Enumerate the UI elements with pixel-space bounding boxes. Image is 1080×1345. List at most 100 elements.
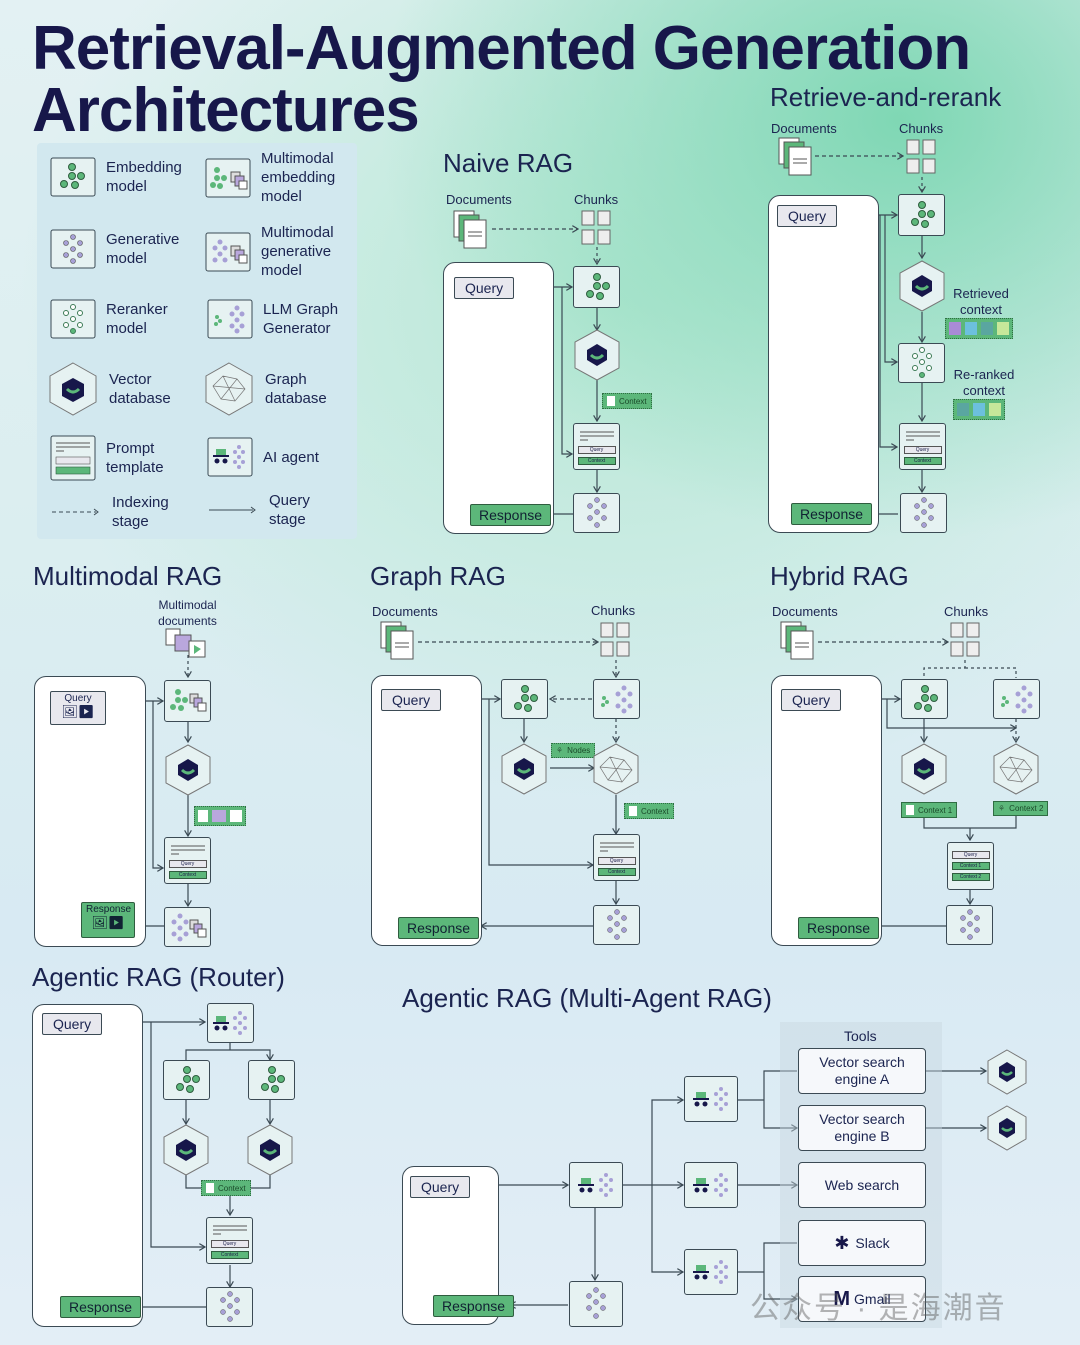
multi-agent-rag-title: Agentic RAG (Multi-Agent RAG): [402, 983, 772, 1013]
documents-label: Documents: [772, 604, 838, 619]
documents-icon: [778, 137, 812, 176]
solid-arrow-icon: [209, 506, 256, 514]
vector-database-icon: [899, 260, 945, 312]
vector-database-icon: [501, 743, 547, 795]
ai-agent-icon: [569, 1162, 623, 1208]
embedding-model-icon: [501, 679, 548, 719]
query-bubble: Query: [381, 689, 442, 711]
prompt-template-icon: Query Context: [573, 423, 620, 470]
documents-label: Documents: [372, 604, 438, 619]
ai-agent-icon: [684, 1162, 738, 1208]
documents-label: Documents: [446, 192, 512, 207]
legend-item: AI agent: [207, 437, 343, 477]
rerank-chat-panel: [768, 195, 879, 533]
documents-icon: [780, 621, 814, 660]
graph-chat-panel: [371, 675, 482, 946]
context-chip: Context: [624, 803, 674, 819]
prompt-context-slot: Context: [168, 870, 207, 879]
legend-item: LLM Graph Generator: [207, 299, 353, 339]
dashed-arrow-icon: [52, 508, 99, 516]
response-label: Response: [86, 904, 132, 915]
prompt-query-slot: Query: [597, 856, 636, 865]
legend-panel: Embedding model Multimodal embedding mod…: [37, 143, 357, 539]
title-line-1: Retrieval-Augmented Generation: [32, 14, 971, 83]
multimodal-rag-title: Multimodal RAG: [33, 561, 223, 591]
multimodal-query-bubble: Query 🖼▶: [50, 691, 106, 725]
prompt-template-icon: Query Context: [164, 837, 211, 884]
tool-web-search: Web search: [798, 1162, 926, 1208]
chunks-label: Chunks: [591, 603, 636, 618]
graph-rag-title: Graph RAG: [370, 561, 506, 591]
hybrid-chat-panel: [771, 675, 882, 946]
prompt-query-slot: Query: [210, 1239, 249, 1248]
prompt-template-icon: [50, 435, 96, 481]
response-bubble: Response: [398, 917, 480, 939]
chunks-icon: [581, 210, 611, 245]
legend-item: Embedding model: [50, 157, 196, 197]
prompt-template-icon: Query Context: [206, 1217, 253, 1264]
image-video-icon: 🖼▶: [91, 915, 125, 930]
prompt-context-slot: Context: [210, 1250, 249, 1259]
prompt-query-slot: Query: [903, 445, 942, 454]
prompt-template-icon: Query Context: [593, 834, 640, 881]
prompt-context-1-slot: Context 1: [951, 862, 990, 870]
prompt-query-slot: Query: [577, 445, 616, 454]
slack-label: Slack: [855, 1234, 890, 1251]
image-video-icon: 🖼▶: [61, 704, 95, 719]
router-rag-title: Agentic RAG (Router): [32, 962, 285, 992]
ai-agent-icon: [207, 1003, 254, 1043]
tool-slack: ✱ Slack: [798, 1220, 926, 1266]
query-bubble: Query: [410, 1176, 471, 1198]
ai-agent-icon: [207, 437, 253, 477]
retrieved-context-chips: [945, 318, 1013, 339]
legend-item: Multimodal generative model: [205, 223, 351, 280]
nodes-label: Nodes: [567, 746, 591, 755]
tool-vector-search-a: Vector search engine A: [798, 1048, 926, 1094]
context-1-chip: Context 1: [901, 802, 958, 818]
prompt-context-slot: Context: [577, 456, 616, 465]
multimodal-generative-model-icon: [164, 907, 211, 947]
ai-agent-icon: [684, 1076, 738, 1122]
naive-chat-panel: [443, 262, 554, 534]
legend-item: Multimodal embedding model: [205, 149, 351, 206]
tools-label: Tools: [844, 1028, 877, 1044]
graph-database-icon: [593, 743, 639, 795]
context-chip: Context: [602, 393, 652, 409]
chunks-icon: [950, 622, 980, 657]
documents-icon: [380, 621, 414, 660]
tool-vector-search-b: Vector search engine B: [798, 1105, 926, 1151]
documents-label: Documents: [771, 121, 837, 136]
multimodal-documents-icon: [165, 628, 206, 658]
response-bubble: Response: [791, 503, 873, 525]
prompt-context-2-slot: Context 2: [951, 873, 990, 881]
query-bubble: Query: [42, 1013, 103, 1035]
legend-item: Reranker model: [50, 299, 196, 339]
reranker-model-icon: [50, 299, 96, 339]
router-chat-panel: [32, 1004, 143, 1327]
graph-database-icon: [993, 743, 1039, 795]
generative-model-icon: [573, 493, 620, 533]
legend-item: Vector database: [47, 361, 189, 417]
multimodal-response-bubble: Response 🖼▶: [81, 902, 135, 938]
legend-item: Indexing stage: [50, 493, 182, 531]
context-2-chip: ⚘ Context 2: [993, 801, 1049, 816]
response-bubble: Response: [798, 917, 880, 939]
vector-database-icon: [49, 362, 97, 416]
query-bubble: Query: [781, 689, 842, 711]
multimodal-documents-label: Multimodal documents: [158, 598, 217, 628]
query-bubble: Query: [454, 277, 515, 299]
context-label: Context: [218, 1183, 246, 1193]
reranked-context-label: Re-ranked context: [953, 367, 1015, 398]
llm-graph-generator-icon: [993, 679, 1040, 719]
query-bubble: Query: [777, 205, 838, 227]
legend-item: Generative model: [50, 229, 196, 269]
embedding-model-icon: [248, 1060, 295, 1100]
legend-item: Graph database: [203, 361, 345, 417]
context-chip: Context: [201, 1180, 251, 1196]
query-label: Query: [64, 693, 92, 704]
response-bubble: Response: [60, 1296, 142, 1318]
chunks-label: Chunks: [574, 192, 619, 207]
generative-model-icon: [206, 1287, 253, 1327]
context-label: Context: [619, 396, 647, 406]
vector-database-icon: [163, 1124, 209, 1176]
